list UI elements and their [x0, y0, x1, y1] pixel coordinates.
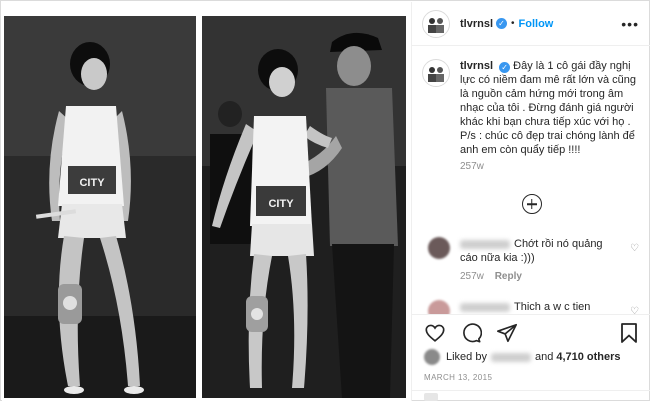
shirt-print-left: CITY — [79, 177, 105, 189]
follow-button[interactable]: Follow — [519, 18, 554, 30]
commenter-avatar[interactable] — [428, 237, 450, 259]
comment-like-heart-icon[interactable]: ♡ — [630, 243, 639, 254]
add-comment-bar[interactable] — [412, 390, 650, 401]
caption-body: Đây là 1 cô gái đầy nghị lực có niềm đam… — [460, 60, 636, 156]
post-date[interactable]: MARCH 13, 2015 — [424, 373, 492, 382]
post-header: tlvrnsl ✓ • Follow ••• — [412, 2, 650, 46]
comment-icon[interactable] — [460, 322, 482, 344]
post-caption: tlvrnsl ✓ Đây là 1 cô gái đầy nghị lực c… — [422, 59, 641, 157]
caption-text: tlvrnsl ✓ Đây là 1 cô gái đầy nghị lực c… — [460, 59, 641, 157]
emoji-icon[interactable] — [424, 393, 438, 401]
more-options-icon[interactable]: ••• — [621, 16, 639, 32]
comments-section: tlvrnsl ✓ Đây là 1 cô gái đầy nghị lực c… — [412, 47, 650, 314]
comment-timestamp[interactable]: 257w — [460, 271, 484, 282]
comment-text: Thich a w c tien — [460, 300, 610, 314]
post-sidebar: tlvrnsl ✓ • Follow ••• tlvrnsl ✓ Đây là … — [411, 2, 650, 401]
likes-summary: Liked by and 4,710 others — [424, 349, 624, 365]
share-icon[interactable] — [496, 322, 518, 344]
author-avatar[interactable] — [422, 9, 450, 38]
photo-left-image: CITY — [4, 16, 196, 398]
caption-avatar-image — [424, 61, 448, 85]
likes-conjunction: and — [534, 351, 554, 363]
caption-username[interactable]: tlvrnsl — [460, 60, 493, 72]
shirt-print-right: CITY — [268, 198, 294, 210]
heart-icon[interactable] — [424, 322, 446, 344]
likes-prefix: Liked by — [446, 351, 487, 363]
reply-button[interactable]: Reply — [495, 271, 522, 282]
comment-text: Chớt rồi nó quảng cáo nữa kia :))) — [460, 237, 610, 265]
liker-username-redacted[interactable] — [490, 352, 531, 362]
commenter-username-redacted[interactable] — [460, 302, 510, 312]
load-more-comments[interactable] — [422, 194, 641, 219]
comment-item: Thich a w c tien ♡ — [422, 300, 641, 314]
comment-like-heart-icon[interactable]: ♡ — [630, 306, 639, 314]
comment-body: Thich a w c tien — [514, 301, 591, 313]
comment-meta: 257w Reply — [460, 271, 641, 282]
photo-right: CITY — [202, 16, 406, 398]
separator-dot: • — [511, 18, 515, 29]
caption-avatar[interactable] — [422, 59, 450, 87]
verified-badge-icon: ✓ — [496, 18, 508, 29]
verified-badge-icon: ✓ — [499, 62, 511, 73]
author-avatar-image — [424, 11, 448, 36]
commenter-username-redacted[interactable] — [460, 239, 510, 249]
commenter-avatar[interactable] — [428, 300, 450, 314]
plus-circle-icon[interactable] — [521, 194, 542, 214]
author-username[interactable]: tlvrnsl — [460, 18, 493, 30]
comment-item: Chớt rồi nó quảng cáo nữa kia :))) ♡ — [422, 237, 641, 265]
post-actions — [412, 314, 650, 350]
photo-right-image: CITY — [202, 16, 406, 398]
likes-count[interactable]: 4,710 others — [556, 351, 620, 363]
liker-avatar[interactable] — [424, 349, 440, 365]
caption-timestamp[interactable]: 257w — [460, 161, 641, 172]
bookmark-icon[interactable] — [619, 322, 639, 344]
post-modal: CITY CITY tlvrnsl ✓ • Follow ••• tlvrnsl… — [0, 0, 650, 401]
post-media[interactable]: CITY CITY — [2, 2, 411, 401]
photo-left: CITY — [4, 16, 196, 398]
